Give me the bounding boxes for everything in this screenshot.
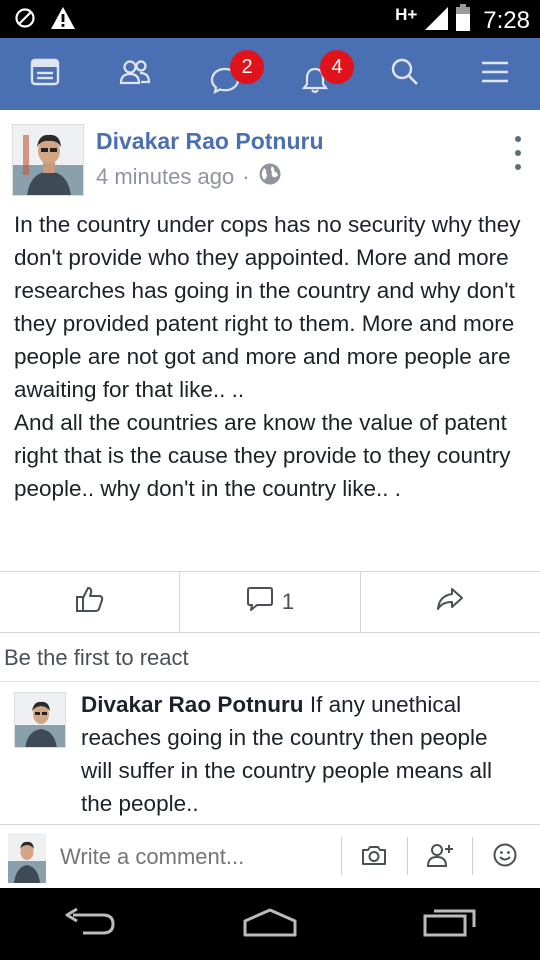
comment-item: Divakar Rao Potnuru If any unethical rea…	[0, 684, 540, 824]
comment-input[interactable]	[60, 835, 330, 879]
post-text-paragraph-2: And all the countries are know the value…	[14, 410, 511, 501]
author-avatar[interactable]	[12, 124, 84, 196]
nav-notifications[interactable]: 4	[270, 38, 360, 110]
more-options-icon	[515, 136, 521, 142]
camera-button[interactable]	[342, 835, 406, 879]
share-icon	[436, 587, 464, 617]
top-nav-bar: 2 4	[0, 38, 540, 110]
nav-search[interactable]	[360, 38, 450, 110]
search-icon	[390, 57, 420, 92]
comment-content: Divakar Rao Potnuru If any unethical rea…	[81, 688, 521, 820]
warning-icon	[50, 6, 76, 35]
meta-separator: ·	[242, 164, 250, 189]
recents-icon	[422, 907, 478, 942]
network-type: H+	[395, 4, 418, 24]
post-author-name[interactable]: Divakar Rao Potnuru	[96, 128, 324, 155]
reactions-summary: Be the first to react	[0, 634, 540, 682]
recents-button[interactable]	[360, 888, 540, 960]
thumbs-up-icon	[75, 585, 105, 619]
like-button[interactable]	[0, 572, 179, 632]
tag-friend-button[interactable]	[408, 835, 472, 879]
post-header: Divakar Rao Potnuru 4 minutes ago ·	[0, 110, 540, 206]
back-icon	[63, 907, 117, 942]
blocked-icon	[14, 7, 36, 34]
comment-icon	[246, 586, 274, 618]
post-actions: 1	[0, 571, 540, 633]
comment-count: 1	[281, 589, 295, 614]
share-button[interactable]	[359, 572, 540, 632]
emoji-icon	[492, 842, 518, 873]
battery-icon	[455, 4, 471, 37]
clock: 7:28	[483, 6, 530, 34]
post-text-paragraph-1: In the country under cops has no securit…	[14, 212, 521, 402]
globe-icon	[258, 162, 282, 192]
post-body: In the country under cops has no securit…	[14, 208, 530, 505]
commenter-avatar[interactable]	[14, 692, 66, 748]
notifications-badge: 4	[320, 50, 354, 84]
home-icon	[241, 907, 299, 942]
home-button[interactable]	[180, 888, 360, 960]
camera-icon	[361, 844, 387, 871]
news-feed-icon	[30, 58, 60, 91]
post-meta: 4 minutes ago ·	[96, 162, 282, 192]
system-navigation-bar	[0, 888, 540, 960]
nav-news-feed[interactable]	[0, 38, 90, 110]
nav-menu[interactable]	[450, 38, 540, 110]
back-button[interactable]	[0, 888, 180, 960]
post-options-button[interactable]	[508, 136, 528, 170]
comment-author-name[interactable]: Divakar Rao Potnuru	[81, 692, 304, 717]
comment-composer	[0, 824, 540, 888]
nav-friends[interactable]	[90, 38, 180, 110]
friends-icon	[119, 58, 151, 91]
menu-icon	[481, 60, 509, 89]
post-time[interactable]: 4 minutes ago	[96, 164, 234, 190]
signal-icon	[423, 5, 449, 36]
emoji-button[interactable]	[473, 835, 537, 879]
my-avatar	[8, 833, 46, 883]
messages-badge: 2	[230, 50, 264, 84]
comment-button[interactable]: 1	[179, 572, 359, 632]
add-friend-icon	[426, 842, 454, 873]
nav-messages[interactable]: 2	[180, 38, 270, 110]
status-bar: H+ 7:28	[0, 0, 540, 38]
